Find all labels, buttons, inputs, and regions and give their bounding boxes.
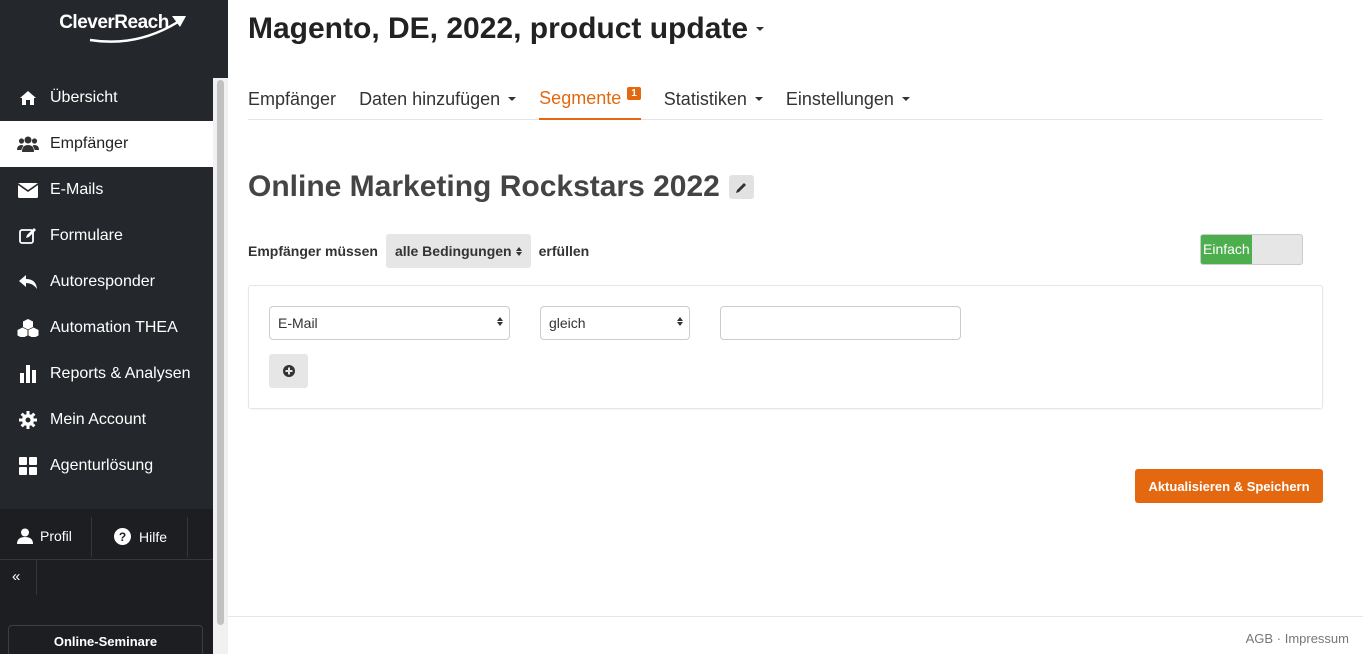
online-seminare-button[interactable]: Online-Seminare [8, 625, 203, 654]
help-link[interactable]: ? Hilfe [114, 528, 167, 545]
caret-down-icon [901, 97, 910, 101]
profile-label: Profil [40, 528, 72, 544]
field-select-value: E-Mail [278, 315, 318, 331]
sidebar-item-empfaenger[interactable]: Empfänger [0, 121, 213, 167]
mode-toggle[interactable]: Einfach [1200, 234, 1303, 265]
sidebar-item-label: Automation THEA [50, 319, 178, 336]
field-select[interactable]: E-Mail [269, 306, 510, 340]
cubes-icon [17, 318, 39, 338]
tab-statistiken[interactable]: Statistiken [664, 78, 763, 120]
sidebar-item-label: Autoresponder [50, 273, 155, 290]
tab-label: Einstellungen [785, 88, 894, 109]
plus-circle-icon [282, 365, 295, 377]
impressum-link[interactable]: Impressum [1285, 631, 1349, 646]
operator-select-value: gleich [549, 315, 586, 331]
group-title-dropdown[interactable]: Magento, DE, 2022, product update [248, 12, 765, 46]
collapse-sidebar-button[interactable]: « [12, 568, 20, 585]
rule-panel: E-Mail gleich [248, 285, 1323, 409]
main-content: Magento, DE, 2022, product update Empfän… [228, 0, 1363, 654]
sidebar-item-label: Formulare [50, 227, 123, 244]
mode-toggle-label: Einfach [1201, 235, 1252, 264]
sidebar-item-label: Übersicht [50, 89, 118, 106]
envelope-icon [17, 180, 39, 200]
home-icon [17, 88, 39, 108]
user-icon [17, 528, 33, 544]
grid-icon [17, 456, 39, 476]
sidebar-item-emails[interactable]: E-Mails [0, 167, 213, 213]
tab-segmente[interactable]: Segmente 1 [539, 78, 641, 120]
bar-chart-icon [17, 364, 39, 384]
select-arrows-icon [515, 246, 522, 256]
tab-label: Statistiken [663, 88, 747, 109]
logo[interactable]: CleverReach [0, 0, 228, 78]
sidebar-item-label: Empfänger [50, 135, 129, 152]
sidebar-item-automation-thea[interactable]: Automation THEA [0, 305, 213, 351]
segment-title: Online Marketing Rockstars 2022 [248, 170, 720, 203]
add-rule-button[interactable] [269, 354, 308, 388]
sidebar-item-uebersicht[interactable]: Übersicht [0, 75, 213, 121]
sidebar: CleverReach Übersicht Empfänger E-Mails [0, 0, 228, 654]
condition-suffix: erfüllen [538, 243, 590, 259]
agb-link[interactable]: AGB [1246, 631, 1273, 646]
tab-bar: Empfänger Daten hinzufügen Segmente 1 St… [248, 78, 1323, 120]
tab-label: Empfänger [248, 88, 337, 109]
sidebar-item-formulare[interactable]: Formulare [0, 213, 213, 259]
divider [36, 559, 37, 595]
tab-empfaenger[interactable]: Empfänger [248, 78, 336, 120]
operator-select[interactable]: gleich [540, 306, 690, 340]
sidebar-item-agenturloesung[interactable]: Agenturlösung [0, 443, 213, 489]
footer-separator: · [1276, 631, 1282, 646]
logo-swoosh-icon [89, 16, 186, 43]
edit-title-button[interactable] [728, 175, 754, 199]
footer-links: AGB · Impressum [1246, 631, 1349, 646]
sidebar-item-label: E-Mails [50, 181, 104, 198]
sidebar-item-reports[interactable]: Reports & Analysen [0, 351, 213, 397]
svg-text:?: ? [119, 530, 126, 544]
caret-down-icon [754, 97, 763, 101]
sidebar-footer: Profil ? Hilfe « Online-Seminare [0, 509, 213, 654]
footer: AGB · Impressum [228, 616, 1363, 654]
condition-match-select[interactable]: alle Bedingungen [385, 234, 531, 268]
caret-down-icon [508, 97, 517, 101]
rule-value-input[interactable] [720, 306, 961, 340]
select-arrows-icon [677, 317, 683, 326]
divider [91, 517, 92, 557]
tab-badge: 1 [627, 86, 641, 100]
sidebar-scrollbar[interactable] [213, 78, 228, 654]
profile-link[interactable]: Profil [17, 528, 72, 544]
tab-label: Daten hinzufügen [359, 88, 501, 109]
sidebar-scroll-thumb[interactable] [217, 80, 224, 625]
condition-prefix: Empfänger müssen [248, 243, 378, 259]
condition-row: Empfänger müssen alle Bedingungen erfüll… [248, 234, 589, 268]
reply-icon [17, 272, 39, 292]
sidebar-item-mein-account[interactable]: Mein Account [0, 397, 213, 443]
tab-label: Segmente [539, 87, 622, 108]
segment-title-row: Online Marketing Rockstars 2022 [248, 170, 754, 204]
divider [0, 559, 213, 560]
page-title: Magento, DE, 2022, product update [248, 12, 749, 45]
select-arrows-icon [497, 317, 503, 326]
gear-icon [17, 410, 39, 430]
pencil-icon [735, 182, 746, 193]
sidebar-item-label: Agenturlösung [50, 457, 154, 474]
users-icon [17, 134, 39, 154]
sidebar-nav: Übersicht Empfänger E-Mails Formulare Au… [0, 75, 213, 489]
tab-einstellungen[interactable]: Einstellungen [786, 78, 910, 120]
question-circle-icon: ? [114, 528, 131, 545]
caret-down-icon [756, 27, 765, 31]
save-button[interactable]: Aktualisieren & Speichern [1135, 469, 1323, 503]
help-label: Hilfe [139, 528, 168, 545]
divider [187, 517, 188, 557]
tab-daten-hinzufuegen[interactable]: Daten hinzufügen [359, 78, 517, 120]
sidebar-item-autoresponder[interactable]: Autoresponder [0, 259, 213, 305]
edit-icon [17, 226, 39, 246]
condition-match-value: alle Bedingungen [394, 243, 512, 259]
sidebar-item-label: Mein Account [50, 411, 147, 428]
sidebar-item-label: Reports & Analysen [50, 365, 191, 382]
